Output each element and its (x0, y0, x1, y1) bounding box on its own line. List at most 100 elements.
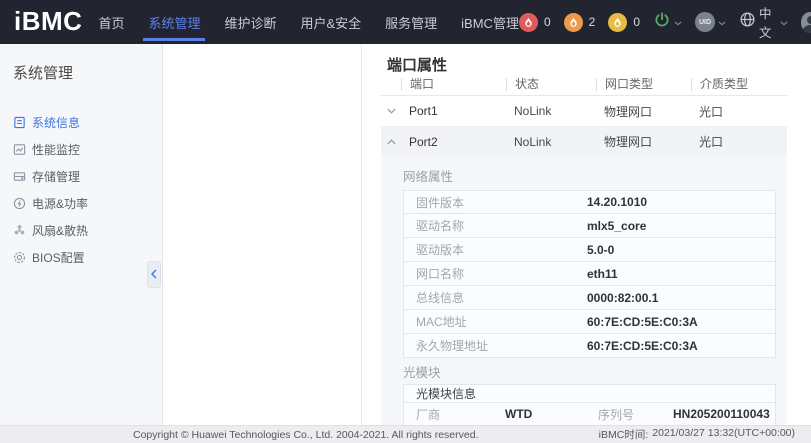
table-row: 厂商 WTD 序列号 HN205200110043 (403, 403, 776, 425)
nav-service-management[interactable]: 服务管理 (385, 0, 437, 44)
language-label: 中文 (759, 3, 777, 41)
critical-alarm-flame-icon (519, 13, 538, 32)
footer: Copyright © Huawei Technologies Co., Ltd… (0, 425, 811, 443)
chevron-down-icon (718, 13, 726, 31)
copyright-text: Copyright © Huawei Technologies Co., Ltd… (133, 429, 479, 441)
table-row: 网口名称 eth11 (403, 262, 776, 286)
optical-module-title: 光模块 (403, 366, 776, 380)
property-value: eth11 (587, 267, 775, 281)
sidebar-item-fan-cooling[interactable]: 风扇&散热 (13, 217, 162, 244)
page-body: 系统管理 系统信息 性能监控 存储管理 (0, 44, 811, 425)
column-header-port: 端口 (401, 78, 506, 91)
avatar-body (803, 25, 811, 33)
avatar-head (807, 16, 811, 24)
minor-alarm-count: 0 (633, 15, 640, 29)
port-status: NoLink (506, 135, 596, 149)
sidebar-item-power[interactable]: 电源&功率 (13, 190, 162, 217)
port-name: Port2 (401, 135, 506, 149)
port-properties-panel: 端口属性 端口 状态 网口类型 介质类型 Port1 NoLink 物理网 (381, 58, 787, 425)
page-title: 端口属性 (387, 58, 787, 74)
property-label: 网口名称 (404, 265, 587, 282)
user-avatar[interactable] (801, 12, 811, 33)
uid-icon: UID (695, 12, 715, 32)
chevron-down-icon (674, 13, 682, 31)
property-label: 总线信息 (404, 289, 587, 306)
property-label: 永久物理地址 (404, 337, 587, 354)
content-divider (361, 44, 362, 425)
bios-settings-icon (13, 251, 26, 264)
chevron-down-icon[interactable] (381, 108, 401, 114)
table-row: 驱动版本 5.0-0 (403, 238, 776, 262)
critical-alarm-indicator[interactable]: 0 (519, 13, 551, 32)
uid-control[interactable]: UID (695, 12, 726, 32)
nav-maintenance-diagnosis[interactable]: 维护诊断 (224, 0, 276, 44)
port-table-header: 端口 状态 网口类型 介质类型 (381, 78, 787, 96)
property-label: 驱动名称 (404, 217, 587, 234)
property-label: MAC地址 (404, 313, 587, 330)
property-label: 驱动版本 (404, 241, 587, 258)
ibmc-app: iBMC 首页 系统管理 维护诊断 用户&安全 服务管理 iBMC管理 0 2 (0, 0, 811, 443)
power-icon (653, 11, 671, 34)
port-status: NoLink (506, 104, 596, 118)
sidebar-item-performance-monitor[interactable]: 性能监控 (13, 136, 162, 163)
ibmc-time-label: iBMC时间: (599, 427, 649, 442)
port-media-type: 光口 (691, 133, 787, 150)
fan-icon (13, 224, 26, 237)
sidebar-collapse-button[interactable] (147, 261, 161, 288)
column-header-net-type: 网口类型 (596, 78, 691, 91)
table-row: 总线信息 0000:82:00.1 (403, 286, 776, 310)
major-alarm-indicator[interactable]: 2 (564, 13, 596, 32)
storage-icon (13, 170, 26, 183)
minor-alarm-flame-icon (608, 13, 627, 32)
main-nav: 首页 系统管理 维护诊断 用户&安全 服务管理 iBMC管理 (98, 0, 519, 44)
nav-user-security[interactable]: 用户&安全 (300, 0, 361, 44)
table-row: MAC地址 60:7E:CD:5E:C0:3A (403, 310, 776, 334)
performance-monitor-icon (13, 143, 26, 156)
optical-module-table: 光模块信息 厂商 WTD 序列号 HN205200110043 (403, 384, 776, 425)
nav-home[interactable]: 首页 (98, 0, 124, 44)
column-header-status: 状态 (506, 78, 596, 91)
port-net-type: 物理网口 (596, 103, 691, 120)
system-info-icon (13, 116, 26, 129)
power-icon (13, 197, 26, 210)
nav-ibmc-management[interactable]: iBMC管理 (461, 0, 519, 44)
chevron-up-icon[interactable] (381, 139, 401, 145)
property-value: WTD (505, 407, 598, 421)
ibmc-logo[interactable]: iBMC (14, 6, 82, 37)
table-row-port2[interactable]: Port2 NoLink 物理网口 光口 (381, 127, 787, 156)
sidebar-item-label: 性能监控 (32, 141, 80, 158)
power-control[interactable] (653, 11, 682, 34)
network-properties-table: 固件版本 14.20.1010 驱动名称 mlx5_core 驱动版本 5.0-… (403, 190, 776, 358)
port2-detail-panel: 网络属性 固件版本 14.20.1010 驱动名称 mlx5_core 驱动版本 (381, 156, 787, 425)
port-name: Port1 (401, 104, 506, 118)
sidebar-item-storage-management[interactable]: 存储管理 (13, 163, 162, 190)
property-value: mlx5_core (587, 219, 775, 233)
sidebar-item-system-info[interactable]: 系统信息 (13, 109, 162, 136)
globe-icon (739, 11, 756, 33)
property-label: 固件版本 (404, 194, 587, 211)
table-row: 永久物理地址 60:7E:CD:5E:C0:3A (403, 334, 776, 358)
language-selector[interactable]: 中文 (739, 3, 788, 41)
property-value: 14.20.1010 (587, 195, 775, 209)
property-value: 60:7E:CD:5E:C0:3A (587, 339, 775, 353)
main-content: 端口属性 端口 状态 网口类型 介质类型 Port1 NoLink 物理网 (163, 44, 811, 425)
sidebar-item-label: 风扇&散热 (32, 222, 88, 239)
table-row: 驱动名称 mlx5_core (403, 214, 776, 238)
table-row-port1[interactable]: Port1 NoLink 物理网口 光口 (381, 96, 787, 127)
minor-alarm-indicator[interactable]: 0 (608, 13, 640, 32)
port-net-type: 物理网口 (596, 133, 691, 150)
property-value: 0000:82:00.1 (587, 291, 775, 305)
property-label: 序列号 (598, 406, 673, 423)
nav-system-management[interactable]: 系统管理 (148, 0, 200, 44)
sidebar-item-label: 存储管理 (32, 168, 80, 185)
table-row: 固件版本 14.20.1010 (403, 190, 776, 214)
network-properties-title: 网络属性 (403, 170, 776, 184)
sidebar-item-label: 系统信息 (32, 114, 80, 131)
property-value: HN205200110043 (673, 407, 775, 421)
port-media-type: 光口 (691, 103, 787, 120)
sidebar-item-bios-config[interactable]: BIOS配置 (13, 244, 162, 271)
major-alarm-flame-icon (564, 13, 583, 32)
sidebar: 系统管理 系统信息 性能监控 存储管理 (0, 44, 163, 425)
sidebar-title: 系统管理 (13, 62, 162, 83)
topbar: iBMC 首页 系统管理 维护诊断 用户&安全 服务管理 iBMC管理 0 2 (0, 0, 811, 44)
